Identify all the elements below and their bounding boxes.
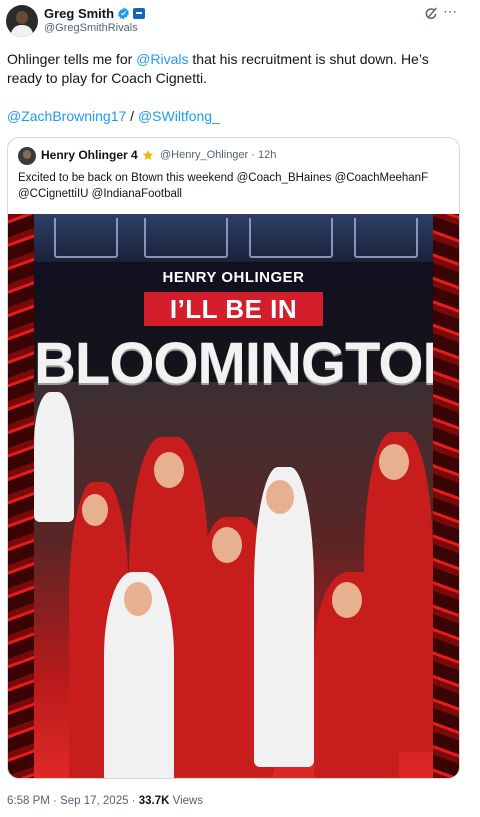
graphic-headline: BLOOMINGTON bbox=[34, 331, 433, 396]
mention-link-swiltfong[interactable]: @SWiltfong_ bbox=[138, 108, 220, 124]
rivals-mention-link[interactable]: @Rivals bbox=[136, 51, 188, 67]
graphic-badge-text: I’LL BE IN bbox=[169, 294, 298, 324]
author-avatar[interactable] bbox=[6, 5, 38, 37]
stadium-block-shape bbox=[144, 218, 228, 258]
post-text-part1: Ohlinger tells me for bbox=[7, 51, 137, 67]
left-stripes-decoration bbox=[8, 214, 34, 778]
mention-link-zachbrowning[interactable]: @ZachBrowning17 bbox=[7, 108, 126, 124]
fan-face bbox=[154, 452, 184, 488]
quote-author-avatar[interactable] bbox=[18, 147, 36, 165]
quote-author-name-text[interactable]: Henry Ohlinger 4 bbox=[41, 148, 138, 162]
affiliation-badge-icon[interactable] bbox=[133, 8, 146, 19]
crowd-photo bbox=[34, 382, 433, 778]
post-time[interactable]: 6:58 PM bbox=[7, 795, 50, 807]
stadium-block-shape bbox=[249, 218, 333, 258]
quote-text: Excited to be back on Btown this weekend… bbox=[18, 172, 429, 200]
meta-separator: · bbox=[49, 795, 61, 807]
author-name[interactable]: Greg Smith bbox=[44, 6, 146, 21]
quoted-post-card[interactable]: Henry Ohlinger 4 @Henry_Ohlinger · 12h E… bbox=[7, 137, 460, 779]
verified-badge-icon bbox=[118, 7, 129, 20]
mentions-line: @ZachBrowning17 / @SWiltfong_ bbox=[7, 108, 220, 124]
more-options-icon[interactable]: ⋯ bbox=[443, 3, 463, 19]
post-text: Ohlinger tells me for @Rivals that his r… bbox=[7, 50, 457, 88]
author-handle[interactable]: @GregSmithRivals bbox=[44, 22, 138, 34]
quote-media-image[interactable]: HENRY OHLINGER I’LL BE IN BLOOMINGTON bbox=[8, 214, 459, 778]
graphic-badge: I’LL BE IN bbox=[144, 292, 323, 326]
graphic-inner: HENRY OHLINGER I’LL BE IN BLOOMINGTON bbox=[34, 214, 433, 778]
right-stripes-decoration bbox=[433, 214, 459, 778]
quote-author-handle[interactable]: @Henry_Ohlinger · 12h bbox=[160, 149, 276, 161]
grok-icon[interactable] bbox=[423, 6, 439, 22]
post-meta: 6:58 PM · Sep 17, 2025 · 33.7K Views bbox=[7, 795, 203, 807]
meta-separator: · bbox=[128, 795, 139, 807]
fan-face bbox=[332, 582, 362, 618]
fan-face bbox=[212, 527, 242, 563]
fan-face bbox=[379, 444, 409, 480]
author-name-text[interactable]: Greg Smith bbox=[44, 6, 114, 21]
views-count: 33.7K bbox=[138, 795, 170, 807]
crowd-fan bbox=[364, 432, 433, 752]
views-label: Views bbox=[169, 795, 204, 807]
mention-separator: / bbox=[126, 108, 138, 124]
post-date[interactable]: Sep 17, 2025 bbox=[60, 795, 128, 807]
stadium-top-band bbox=[34, 214, 433, 262]
crowd-fan bbox=[34, 392, 74, 522]
stadium-block-shape bbox=[354, 218, 418, 258]
fan-face bbox=[82, 494, 108, 526]
graphic-player-name: HENRY OHLINGER bbox=[162, 269, 305, 286]
quote-author-name[interactable]: Henry Ohlinger 4 bbox=[41, 148, 154, 162]
stadium-block-shape bbox=[54, 218, 118, 258]
fan-face bbox=[124, 582, 152, 616]
fan-face bbox=[266, 480, 294, 514]
star-emoji-icon bbox=[142, 150, 153, 160]
